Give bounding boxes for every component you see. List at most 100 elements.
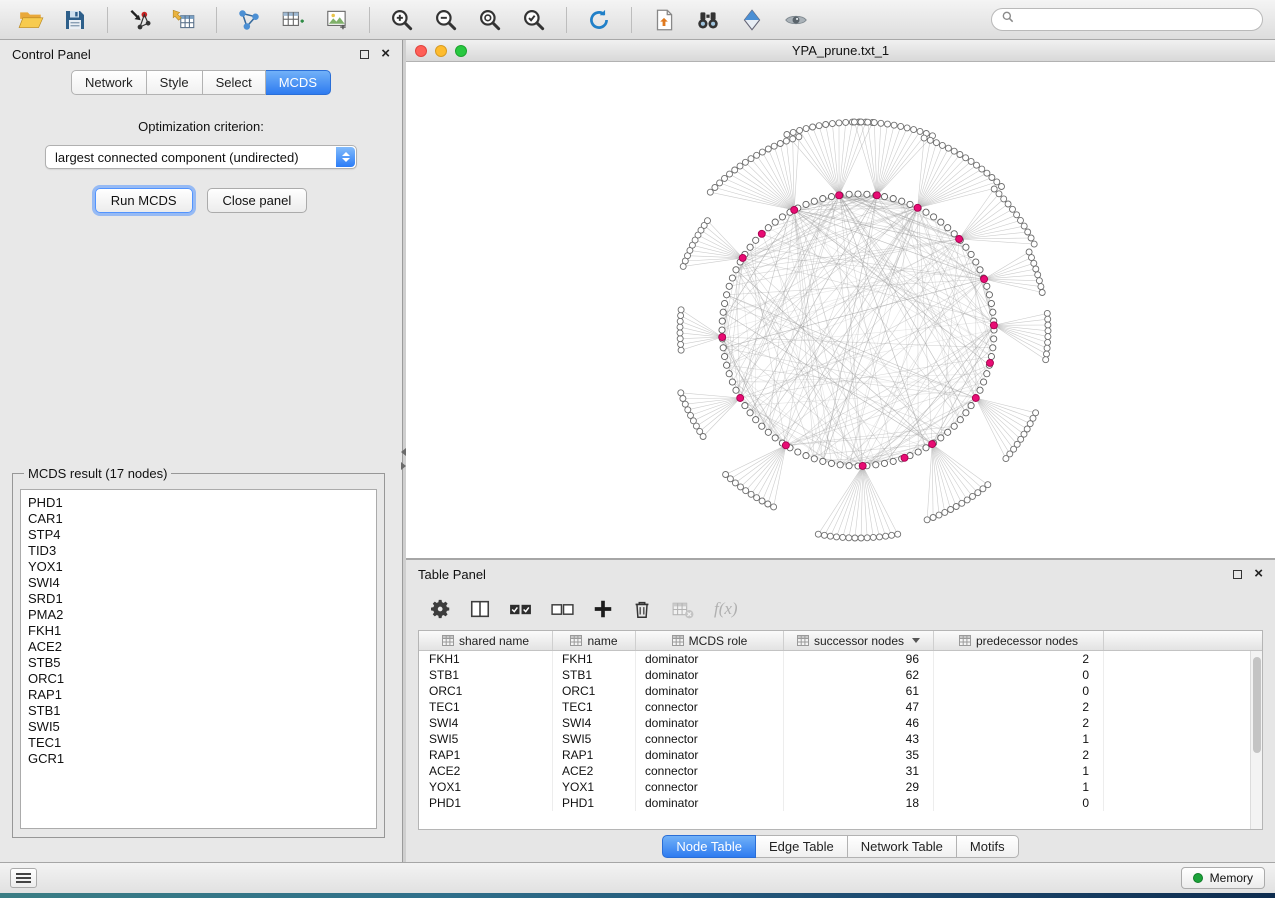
column-header-shared-name[interactable]: shared name (419, 631, 553, 650)
find-icon[interactable] (689, 4, 727, 36)
criterion-dropdown[interactable]: largest connected component (undirected) (45, 145, 357, 169)
zoom-selected-icon[interactable] (515, 4, 553, 36)
tab-node-table[interactable]: Node Table (662, 835, 756, 858)
table-cell[interactable]: ACE2 (553, 763, 636, 779)
table-cell[interactable]: PHD1 (419, 795, 553, 811)
collapse-left-icon[interactable] (401, 448, 406, 456)
table-cell[interactable]: ACE2 (419, 763, 553, 779)
result-node-item[interactable]: TEC1 (28, 735, 376, 751)
table-cell[interactable]: dominator (636, 667, 784, 683)
table-cell[interactable]: RAP1 (419, 747, 553, 763)
tab-network[interactable]: Network (71, 70, 147, 95)
result-node-item[interactable]: SWI4 (28, 575, 376, 591)
table-cell[interactable]: SWI5 (419, 731, 553, 747)
result-node-item[interactable]: ACE2 (28, 639, 376, 655)
table-cell[interactable]: YOX1 (419, 779, 553, 795)
result-node-item[interactable]: SRD1 (28, 591, 376, 607)
table-cell[interactable]: dominator (636, 747, 784, 763)
table-panel-close-icon[interactable]: × (1254, 569, 1263, 579)
result-node-item[interactable]: GCR1 (28, 751, 376, 767)
result-node-item[interactable]: PMA2 (28, 607, 376, 623)
table-cell[interactable]: 1 (934, 731, 1104, 747)
deselect-all-icon[interactable] (550, 597, 575, 622)
close-panel-button[interactable]: Close panel (207, 188, 308, 213)
table-cell[interactable]: 0 (934, 683, 1104, 699)
table-row[interactable]: ACE2ACE2connector311 (419, 763, 1250, 779)
window-minimize-button[interactable] (435, 45, 447, 57)
result-node-item[interactable]: STP4 (28, 527, 376, 543)
table-cell[interactable]: 47 (784, 699, 934, 715)
table-cell[interactable]: STB1 (419, 667, 553, 683)
control-panel-float-icon[interactable] (360, 50, 369, 59)
column-header-MCDS-role[interactable]: MCDS role (636, 631, 784, 650)
export-image-icon[interactable] (318, 4, 356, 36)
table-cell[interactable]: 46 (784, 715, 934, 731)
result-node-item[interactable]: STB5 (28, 655, 376, 671)
table-cell[interactable]: STB1 (553, 667, 636, 683)
import-network-icon[interactable] (121, 4, 159, 36)
table-cell[interactable]: YOX1 (553, 779, 636, 795)
table-cell[interactable]: ORC1 (553, 683, 636, 699)
table-cell[interactable]: dominator (636, 651, 784, 667)
table-cell[interactable]: 2 (934, 715, 1104, 731)
network-window-titlebar[interactable]: YPA_prune.txt_1 (406, 40, 1275, 62)
table-cell[interactable]: 96 (784, 651, 934, 667)
table-gear-icon[interactable] (430, 598, 452, 620)
table-cell[interactable]: connector (636, 763, 784, 779)
table-cell[interactable]: TEC1 (419, 699, 553, 715)
collapse-right-icon[interactable] (401, 462, 406, 470)
table-row[interactable]: STB1STB1dominator620 (419, 667, 1250, 683)
tab-network-table[interactable]: Network Table (848, 835, 957, 858)
table-cell[interactable]: 1 (934, 763, 1104, 779)
table-row[interactable]: YOX1YOX1connector291 (419, 779, 1250, 795)
status-menu-button[interactable] (10, 868, 37, 888)
select-all-icon[interactable] (508, 597, 533, 622)
tab-motifs[interactable]: Motifs (957, 835, 1019, 858)
table-cell[interactable]: connector (636, 699, 784, 715)
tab-select[interactable]: Select (203, 70, 266, 95)
table-cell[interactable]: 0 (934, 795, 1104, 811)
new-column-icon[interactable] (592, 598, 614, 620)
result-node-item[interactable]: SWI5 (28, 719, 376, 735)
result-node-item[interactable]: ORC1 (28, 671, 376, 687)
refresh-view-icon[interactable] (580, 4, 618, 36)
table-cell[interactable]: 2 (934, 651, 1104, 667)
result-node-item[interactable]: YOX1 (28, 559, 376, 575)
run-mcds-button[interactable]: Run MCDS (95, 188, 193, 213)
table-cell[interactable]: 61 (784, 683, 934, 699)
table-cell[interactable]: 62 (784, 667, 934, 683)
result-node-item[interactable]: TID3 (28, 543, 376, 559)
table-cell[interactable]: TEC1 (553, 699, 636, 715)
table-scrollbar[interactable] (1250, 651, 1262, 829)
table-row[interactable]: FKH1FKH1dominator962 (419, 651, 1250, 667)
zoom-in-icon[interactable] (383, 4, 421, 36)
table-cell[interactable]: FKH1 (553, 651, 636, 667)
table-cell[interactable]: 29 (784, 779, 934, 795)
table-cell[interactable]: 1 (934, 779, 1104, 795)
window-maximize-button[interactable] (455, 45, 467, 57)
show-columns-icon[interactable] (469, 598, 491, 620)
search-input[interactable] (1021, 13, 1253, 27)
save-session-icon[interactable] (56, 4, 94, 36)
control-panel-close-icon[interactable]: × (381, 49, 390, 59)
search-box[interactable] (991, 8, 1263, 31)
table-cell[interactable]: 31 (784, 763, 934, 779)
table-cell[interactable]: 0 (934, 667, 1104, 683)
export-table-icon[interactable] (274, 4, 312, 36)
render-settings-icon[interactable] (733, 4, 771, 36)
show-graphics-icon[interactable] (777, 4, 815, 36)
table-cell[interactable]: FKH1 (419, 651, 553, 667)
table-panel-float-icon[interactable] (1233, 570, 1242, 579)
export-network-icon[interactable] (230, 4, 268, 36)
table-cell[interactable]: PHD1 (553, 795, 636, 811)
result-node-item[interactable]: PHD1 (28, 495, 376, 511)
table-cell[interactable]: connector (636, 731, 784, 747)
mcds-result-list[interactable]: PHD1CAR1STP4TID3YOX1SWI4SRD1PMA2FKH1ACE2… (20, 489, 377, 829)
clone-network-icon[interactable] (645, 4, 683, 36)
network-graph[interactable] (406, 62, 1275, 558)
table-row[interactable]: SWI5SWI5connector431 (419, 731, 1250, 747)
table-row[interactable]: SWI4SWI4dominator462 (419, 715, 1250, 731)
table-row[interactable]: PHD1PHD1dominator180 (419, 795, 1250, 811)
result-node-item[interactable]: STB1 (28, 703, 376, 719)
result-node-item[interactable]: FKH1 (28, 623, 376, 639)
